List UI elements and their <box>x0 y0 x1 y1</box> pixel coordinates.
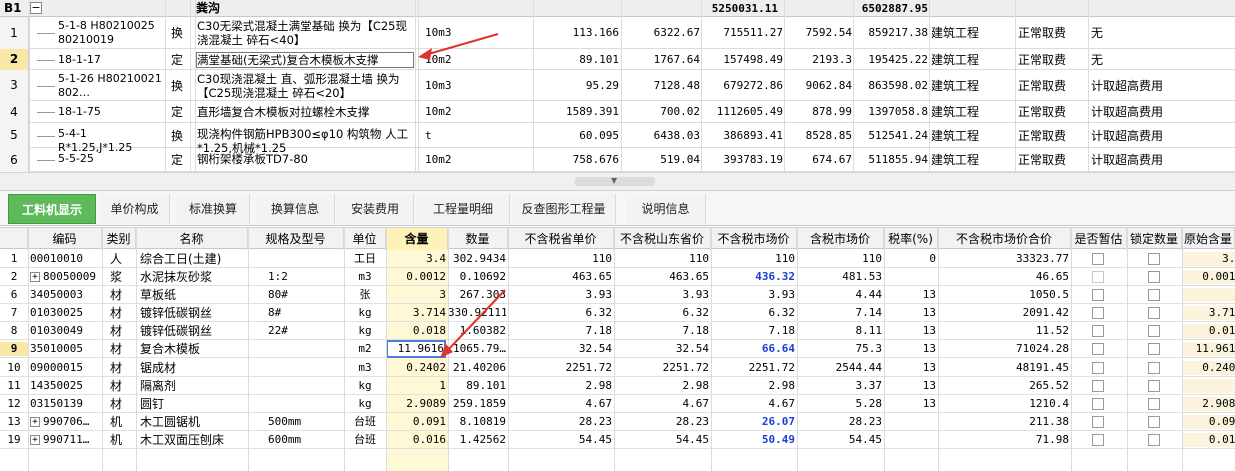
arrow-line-bottom <box>445 289 506 353</box>
arrow-line-top <box>424 33 499 56</box>
annotation-arrows <box>418 33 506 358</box>
arrow-head-top <box>418 48 432 60</box>
